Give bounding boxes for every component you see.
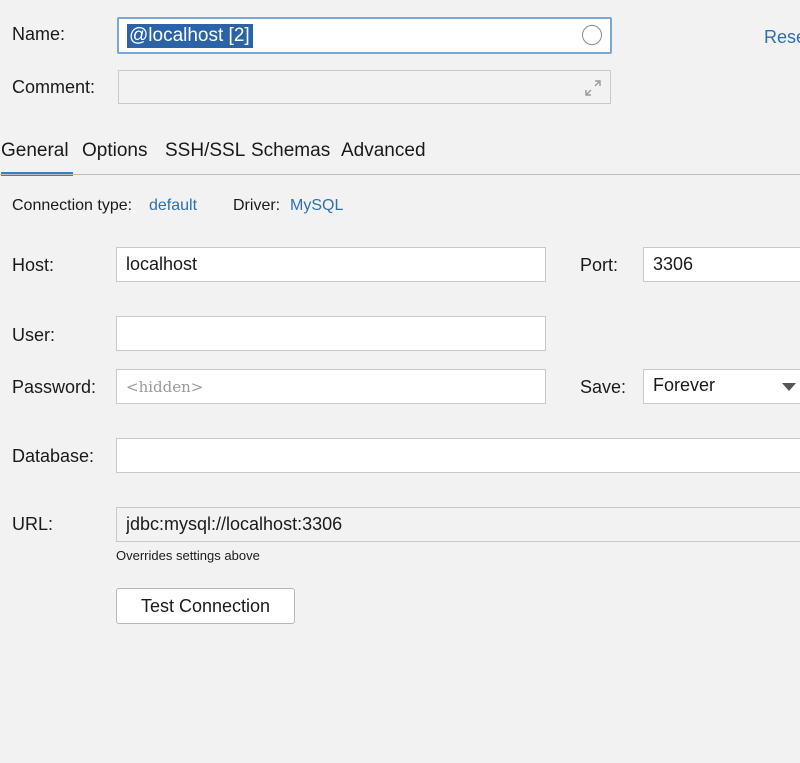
tab-ssh-ssl[interactable]: SSH/SSL	[165, 139, 245, 173]
driver-label: Driver:	[233, 197, 281, 214]
connection-type-label: Connection type:	[12, 197, 133, 214]
save-value: Forever	[653, 375, 716, 395]
circle-icon	[582, 25, 602, 45]
tab-schemas[interactable]: Schemas	[251, 139, 330, 173]
password-label: Password:	[12, 377, 97, 397]
save-select[interactable]: Forever	[643, 369, 800, 404]
host-input[interactable]	[116, 247, 546, 282]
user-input[interactable]	[116, 316, 546, 351]
chevron-down-icon[interactable]	[782, 383, 796, 391]
tab-advanced[interactable]: Advanced	[341, 139, 426, 173]
comment-field[interactable]	[118, 70, 611, 104]
database-input[interactable]	[116, 438, 800, 473]
connection-type-link[interactable]: default	[149, 197, 197, 215]
name-value: @localhost [2]	[127, 24, 253, 48]
password-input[interactable]	[116, 369, 546, 404]
host-label: Host:	[12, 255, 55, 275]
test-connection-button[interactable]: Test Connection	[116, 588, 295, 624]
name-field[interactable]: @localhost [2]	[117, 17, 612, 54]
tab-options[interactable]: Options	[82, 139, 147, 173]
save-label: Save:	[580, 377, 627, 397]
port-input[interactable]	[643, 247, 800, 282]
url-input[interactable]	[116, 507, 800, 542]
name-label: Name:	[12, 24, 66, 44]
expand-icon[interactable]	[584, 79, 602, 97]
reset-link[interactable]: Rese	[764, 27, 800, 48]
url-label: URL:	[12, 514, 54, 534]
port-label: Port:	[580, 255, 619, 275]
tabs-divider	[0, 174, 800, 175]
driver-link[interactable]: MySQL	[290, 197, 343, 215]
database-label: Database:	[12, 446, 95, 466]
url-hint: Overrides settings above	[116, 548, 260, 563]
user-label: User:	[12, 325, 56, 345]
comment-label: Comment:	[12, 77, 96, 97]
tab-general[interactable]: General	[1, 139, 73, 176]
